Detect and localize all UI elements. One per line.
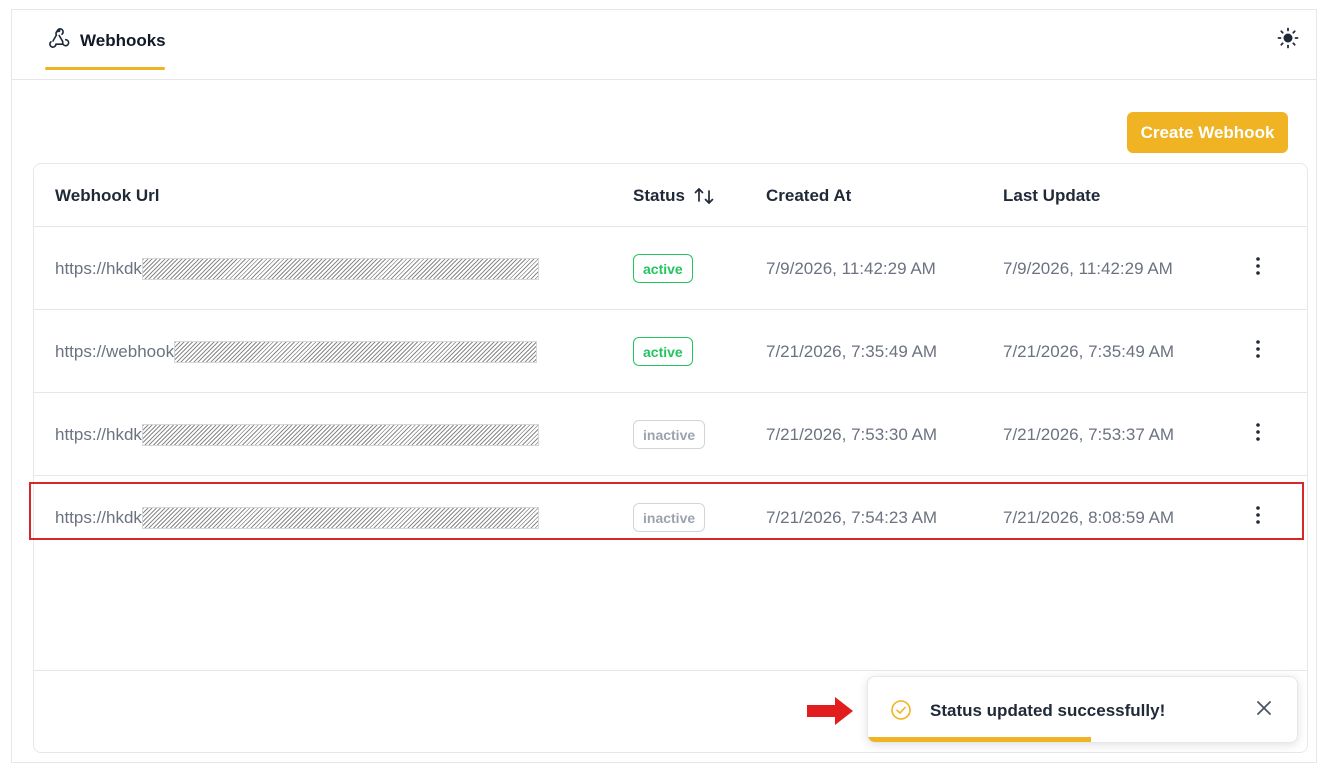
created-at-cell: 7/21/2026, 7:53:30 AM bbox=[766, 424, 938, 444]
table-row[interactable]: https://hkdk active 7/9/2026, 11:42:29 A… bbox=[34, 227, 1307, 310]
table-row[interactable]: https://hkdk inactive 7/21/2026, 7:53:30… bbox=[34, 393, 1307, 476]
toast-notification: Status updated successfully! bbox=[867, 676, 1298, 743]
app-frame: Webhooks Create Webhook Webhook Url Stat… bbox=[11, 9, 1317, 763]
row-actions-button[interactable] bbox=[1246, 310, 1270, 393]
row-highlight-annotation bbox=[29, 482, 1304, 540]
last-update-cell: 7/21/2026, 7:35:49 AM bbox=[1003, 341, 1175, 361]
row-actions-button[interactable] bbox=[1246, 393, 1270, 476]
created-at-cell: 7/21/2026, 7:35:49 AM bbox=[766, 341, 938, 361]
table-footer-divider bbox=[34, 670, 1307, 671]
more-vertical-icon bbox=[1255, 256, 1261, 281]
close-icon bbox=[1256, 700, 1272, 721]
webhook-url-cell: https://webhook bbox=[55, 310, 538, 393]
status-cell: active bbox=[633, 227, 693, 310]
last-update-cell: 7/21/2026, 7:53:37 AM bbox=[1003, 424, 1175, 444]
toast-message: Status updated successfully! bbox=[930, 700, 1166, 720]
table-row[interactable]: https://webhook active 7/21/2026, 7:35:4… bbox=[34, 310, 1307, 393]
webhook-url-cell: https://hkdk bbox=[55, 393, 539, 476]
redacted-url bbox=[141, 423, 539, 446]
header-status[interactable]: Status bbox=[633, 164, 715, 227]
last-update-cell: 7/9/2026, 11:42:29 AM bbox=[1003, 258, 1173, 278]
status-badge[interactable]: inactive bbox=[633, 420, 706, 449]
active-tab-indicator bbox=[45, 67, 165, 70]
header-status-label: Status bbox=[633, 185, 685, 205]
webhook-url: https://hkdk bbox=[55, 258, 142, 278]
row-actions-button[interactable] bbox=[1246, 227, 1270, 310]
tab-webhooks[interactable]: Webhooks bbox=[45, 10, 166, 71]
sun-icon bbox=[1277, 27, 1299, 54]
toast-progress-bar bbox=[868, 737, 1092, 742]
status-badge[interactable]: active bbox=[633, 254, 693, 283]
header-webhook-url-label: Webhook Url bbox=[55, 185, 160, 205]
header-created-at: Created At bbox=[766, 164, 851, 227]
tab-label: Webhooks bbox=[80, 30, 166, 50]
status-cell: inactive bbox=[633, 393, 706, 476]
sort-icon[interactable] bbox=[693, 186, 715, 206]
toast-close-button[interactable] bbox=[1253, 699, 1275, 721]
header-last-update: Last Update bbox=[1003, 164, 1100, 227]
created-at-cell: 7/9/2026, 11:42:29 AM bbox=[766, 258, 936, 278]
redacted-url bbox=[174, 340, 538, 363]
check-circle-icon bbox=[890, 699, 912, 721]
table-header: Webhook Url Status Created At Last Updat… bbox=[34, 164, 1307, 227]
more-vertical-icon bbox=[1255, 422, 1261, 447]
webhook-url-cell: https://hkdk bbox=[55, 227, 539, 310]
theme-toggle-button[interactable] bbox=[1276, 27, 1300, 54]
top-bar: Webhooks bbox=[12, 10, 1316, 80]
webhooks-table: Webhook Url Status Created At Last Updat… bbox=[33, 163, 1308, 753]
status-badge[interactable]: active bbox=[633, 337, 693, 366]
webhook-url: https://hkdk bbox=[55, 424, 142, 444]
toast-progress-track bbox=[868, 737, 1297, 742]
arrow-right-icon bbox=[807, 697, 855, 725]
webhook-url: https://webhook bbox=[55, 341, 175, 361]
redacted-url bbox=[141, 257, 539, 280]
header-webhook-url: Webhook Url bbox=[55, 164, 160, 227]
header-last-update-label: Last Update bbox=[1003, 185, 1101, 205]
webhook-icon bbox=[47, 26, 71, 55]
header-created-at-label: Created At bbox=[766, 185, 852, 205]
status-cell: active bbox=[633, 310, 693, 393]
more-vertical-icon bbox=[1255, 339, 1261, 364]
create-webhook-button[interactable]: Create Webhook bbox=[1127, 112, 1288, 153]
